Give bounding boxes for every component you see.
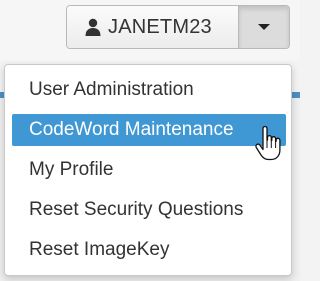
user-dropdown-menu: User Administration CodeWord Maintenance…	[4, 64, 292, 276]
user-button[interactable]: JANETM23	[67, 6, 238, 48]
menu-item-codeword-maintenance[interactable]: CodeWord Maintenance	[12, 114, 286, 146]
dropdown-toggle-button[interactable]	[238, 6, 289, 48]
menu-item-user-administration[interactable]: User Administration	[12, 74, 286, 106]
user-menu-button-group: JANETM23	[66, 5, 290, 49]
hand-pointer-cursor-icon	[255, 126, 281, 161]
menu-item-reset-imagekey[interactable]: Reset ImageKey	[12, 234, 286, 266]
caret-down-icon	[258, 24, 270, 30]
menu-item-reset-security-questions[interactable]: Reset Security Questions	[12, 194, 286, 226]
username-label: JANETM23	[108, 15, 212, 38]
menu-item-my-profile[interactable]: My Profile	[12, 154, 286, 186]
user-icon	[85, 18, 101, 36]
